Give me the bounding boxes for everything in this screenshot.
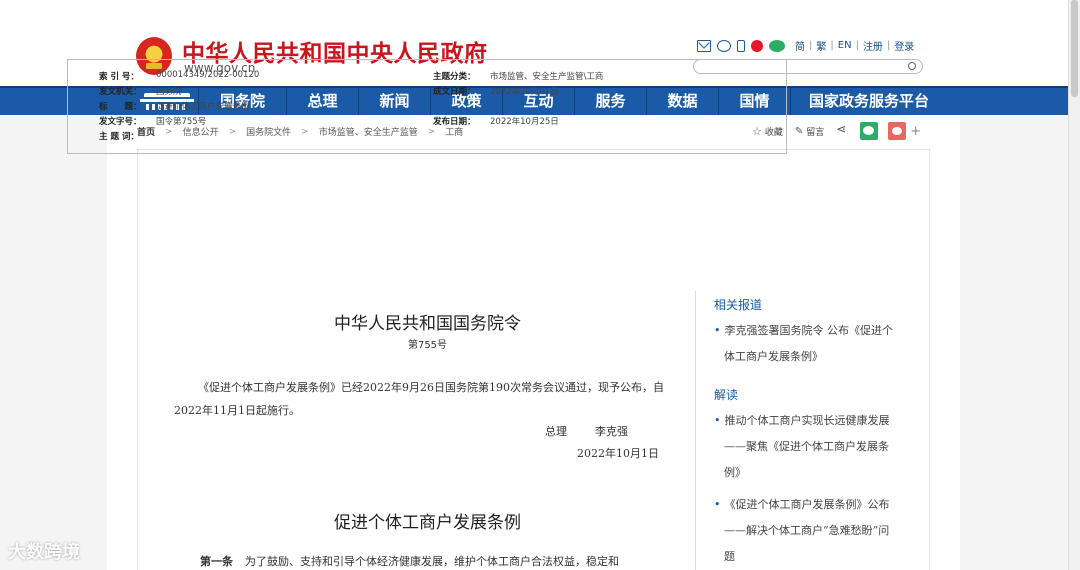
- related-item[interactable]: • 李克强签署国务院令 公布《促进个体工商户发展条例》: [714, 318, 894, 370]
- share-icon[interactable]: [836, 122, 848, 137]
- meta-docno-label: 发文字号：: [99, 117, 142, 127]
- scrollbar[interactable]: [1068, 0, 1080, 570]
- meta-issuer-value: 国务院: [156, 87, 182, 97]
- regulation-title: 促进个体工商户发展条例: [334, 513, 521, 533]
- scrollbar-thumb[interactable]: [1071, 0, 1078, 97]
- more-share-icon[interactable]: +: [910, 124, 921, 139]
- wechat-icon[interactable]: [769, 39, 785, 52]
- meta-docno-value: 国令第755号: [156, 117, 207, 127]
- document-meta-table: 索 引 号： 000014349/2022-00120 主题分类： 市场监管、安…: [67, 59, 787, 154]
- mail-icon[interactable]: [697, 39, 711, 52]
- meta-title-label: 标 题：: [99, 102, 142, 112]
- meta-title-value: 促进个体工商户发展条例: [156, 102, 250, 112]
- nav-item-gov-service-platform[interactable]: 国家政务服务平台: [790, 88, 947, 115]
- comment-button[interactable]: ✎ 留言: [795, 125, 824, 138]
- article-1-text: 为了鼓励、支持和引导个体经济健康发展，维护个体工商户合法权益，稳定和: [245, 555, 619, 568]
- interpret-item[interactable]: • 《促进个体工商户发展条例》公布——解决个体工商户“急难愁盼”问题: [714, 492, 894, 570]
- watermark: 大数跨境: [8, 542, 80, 563]
- meta-date-written-label: 成文日期：: [433, 87, 476, 97]
- sign-date: 2022年10月1日: [577, 447, 659, 460]
- top-links: 简 | 繁 | EN | 注册 | 登录: [697, 38, 918, 53]
- decree-title: 中华人民共和国国务院令: [334, 314, 521, 334]
- article-1-label: 第一条: [200, 555, 233, 568]
- meta-pubdate-value: 2022年10月25日: [490, 117, 559, 127]
- login-link[interactable]: 登录: [894, 38, 914, 53]
- meta-index-value: 000014349/2022-00120: [156, 70, 260, 80]
- register-link[interactable]: 注册: [863, 38, 883, 53]
- related-heading: 相关报道: [714, 298, 763, 312]
- meta-category-value: 市场监管、安全生产监管\工商: [490, 72, 604, 82]
- article-1: 第一条 为了鼓励、支持和引导个体经济健康发展，维护个体工商户合法权益，稳定和: [200, 553, 619, 569]
- decree-paragraph: 《促进个体工商户发展条例》已经2022年9月26日国务院第190次常务会议通过，…: [174, 381, 664, 417]
- meta-pubdate-label: 发布日期：: [433, 117, 476, 127]
- sidebar: 相关报道 • 李克强签署国务院令 公布《促进个体工商户发展条例》 解读 • 推动个体…: [695, 291, 906, 570]
- meta-category-label: 主题分类：: [433, 72, 476, 82]
- pen-icon: ✎: [794, 125, 804, 137]
- mobile-icon[interactable]: [737, 39, 745, 52]
- signer-name: 李克强: [595, 425, 628, 438]
- weibo-icon[interactable]: [751, 39, 763, 52]
- meta-issuer-label: 发文机关：: [99, 87, 142, 97]
- meta-keywords-label: 主 题 词：: [99, 132, 139, 142]
- search-icon[interactable]: [908, 62, 916, 70]
- interpret-item[interactable]: • 推动个体工商户实现长远健康发展——聚焦《促进个体工商户发展条例》: [714, 408, 894, 486]
- lang-en-link[interactable]: EN: [838, 40, 852, 51]
- signer-role: 总理: [545, 425, 567, 438]
- interpret-heading: 解读: [714, 388, 739, 402]
- share-wechat-icon[interactable]: [860, 122, 879, 140]
- share-weibo-icon[interactable]: [888, 122, 907, 140]
- lang-simplified-link[interactable]: 简: [795, 38, 805, 53]
- meta-date-written-value: 2022年10月01日: [490, 87, 559, 97]
- lang-traditional-link[interactable]: 繁: [816, 38, 826, 53]
- decree-number: 第755号: [407, 340, 448, 351]
- signer: 总理 李克强: [545, 423, 628, 439]
- meta-index-label: 索 引 号：: [99, 72, 139, 82]
- chat-icon[interactable]: [717, 39, 731, 52]
